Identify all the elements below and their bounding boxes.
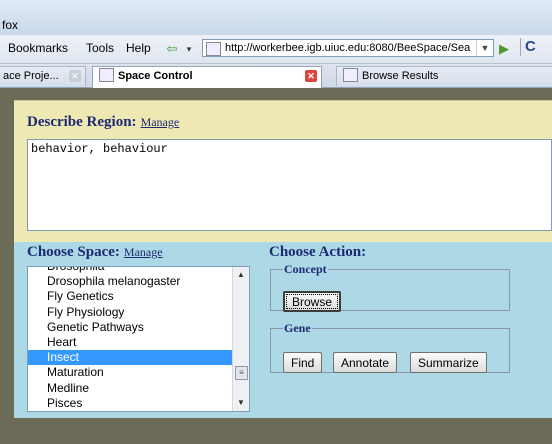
gene-legend: Gene xyxy=(284,321,311,335)
list-item[interactable]: Drosophila xyxy=(28,267,234,274)
page-content: Describe Region: Manage behavior, behavio… xyxy=(0,88,552,444)
concept-legend: Concept xyxy=(284,262,327,276)
choose-space-heading: Choose Space: Manage xyxy=(27,244,163,261)
scroll-down-arrow-icon[interactable]: ▼ xyxy=(233,395,249,411)
menu-bookmarks[interactable]: Bookmarks xyxy=(8,41,68,55)
describe-region-panel: Describe Region: Manage behavior, behavio… xyxy=(14,100,552,243)
listbox-scrollbar[interactable]: ▲ ≡ ▼ xyxy=(232,267,249,411)
tab-favicon-icon xyxy=(99,68,114,83)
tab-label: Space Control xyxy=(118,70,193,82)
list-item[interactable]: Heart xyxy=(28,335,234,350)
window-title: fox xyxy=(2,18,19,32)
play-icon[interactable]: ▶ xyxy=(499,41,509,57)
choose-action-heading: Choose Action: xyxy=(269,244,367,260)
list-item[interactable]: Fly Genetics xyxy=(28,289,234,304)
space-options: Drosophila Drosophila melanogaster Fly G… xyxy=(28,267,234,411)
tab-browse-results[interactable]: Browse Results xyxy=(336,66,552,86)
url-bar[interactable]: http://workerbee.igb.uiuc.edu:8080/BeeSp… xyxy=(202,39,494,57)
summarize-button[interactable]: Summarize xyxy=(410,352,487,373)
space-listbox[interactable]: Drosophila Drosophila melanogaster Fly G… xyxy=(27,266,250,412)
list-item[interactable]: Maturation xyxy=(28,365,234,380)
list-item[interactable]: Pisces xyxy=(28,396,234,411)
tab-bar: ace Proje... ✕ Space Control ✕ Browse Re… xyxy=(0,64,552,88)
choose-space-title: Choose Space: xyxy=(27,244,120,260)
browse-button[interactable]: Browse xyxy=(283,291,342,312)
list-item-selected[interactable]: Insect xyxy=(28,350,234,366)
list-item[interactable]: Medline xyxy=(28,381,234,396)
annotate-button[interactable]: Annotate xyxy=(333,352,398,373)
list-item[interactable]: Fly Physiology xyxy=(28,305,234,320)
tab-label: ace Proje... xyxy=(3,70,59,82)
describe-region-heading: Describe Region: Manage xyxy=(27,114,179,131)
tab-space-project[interactable]: ace Proje... ✕ xyxy=(0,66,86,86)
find-button[interactable]: Find xyxy=(283,352,323,373)
choose-panel: Choose Space: Manage Drosophila Drosophil… xyxy=(14,242,552,418)
gene-fieldset: Gene Find Annotate Summarize xyxy=(270,321,510,373)
url-text[interactable]: http://workerbee.igb.uiuc.edu:8080/BeeSp… xyxy=(225,42,470,54)
scroll-up-arrow-icon[interactable]: ▲ xyxy=(233,267,249,283)
scroll-thumb[interactable]: ≡ xyxy=(235,366,248,380)
describe-region-title: Describe Region: xyxy=(27,114,137,130)
tab-close-icon[interactable]: ✕ xyxy=(305,70,317,82)
space-manage-link[interactable]: Manage xyxy=(124,245,163,259)
tab-space-control[interactable]: Space Control ✕ xyxy=(92,66,322,88)
tab-close-icon[interactable]: ✕ xyxy=(69,70,81,82)
tab-favicon-icon xyxy=(343,68,358,83)
back-arrow-icon[interactable]: ⇦ xyxy=(164,41,180,57)
site-favicon-icon xyxy=(206,42,221,56)
url-history-dropdown-icon[interactable]: ▼ xyxy=(476,40,493,56)
tab-label: Browse Results xyxy=(362,70,439,82)
menu-help[interactable]: Help xyxy=(126,41,151,55)
describe-manage-link[interactable]: Manage xyxy=(141,115,180,129)
list-item[interactable]: Drosophila melanogaster xyxy=(28,274,234,289)
list-item[interactable]: Genetic Pathways xyxy=(28,320,234,335)
concept-fieldset: Concept Browse xyxy=(270,262,510,312)
back-history-dropdown-icon[interactable]: ▾ xyxy=(181,41,197,57)
window-titlebar: fox xyxy=(0,0,552,35)
region-query-input[interactable]: behavior, behaviour xyxy=(27,139,552,231)
search-box-edge[interactable]: C xyxy=(520,38,544,58)
menu-tools[interactable]: Tools xyxy=(86,41,114,55)
